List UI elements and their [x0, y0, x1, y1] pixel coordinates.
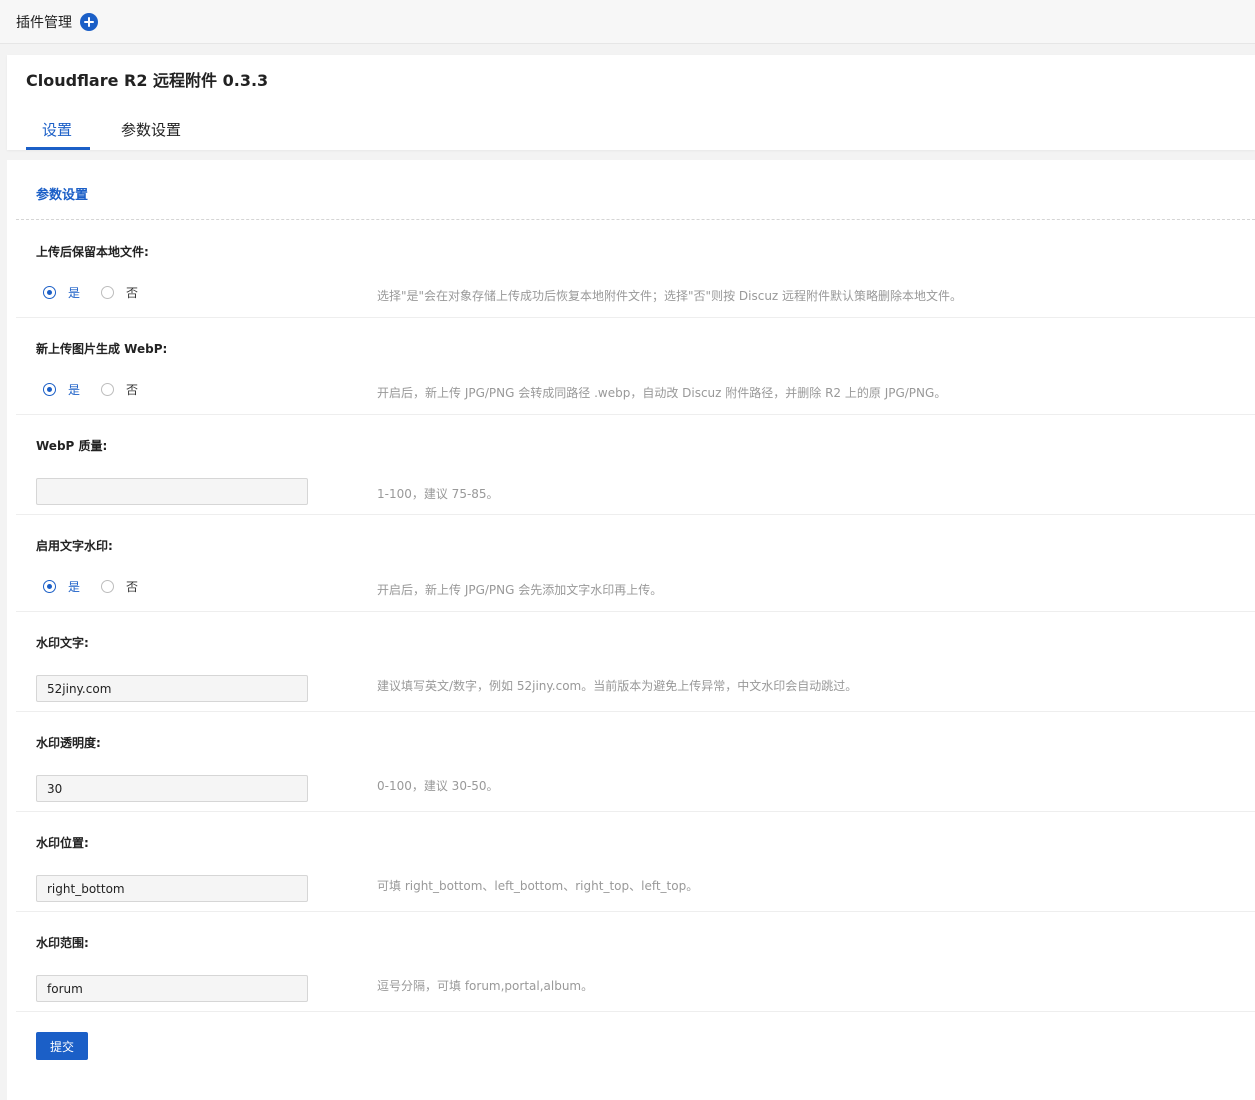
keep-local-yes-radio[interactable]: [43, 286, 56, 299]
radio-label-no[interactable]: 否: [126, 284, 138, 301]
field-label: 水印文字:: [36, 636, 89, 650]
top-bar: 插件管理: [0, 0, 1255, 44]
add-plugin-icon[interactable]: [80, 12, 98, 31]
watermark-position-input[interactable]: [36, 875, 308, 902]
field-help: 可填 right_bottom、left_bottom、right_top、le…: [377, 879, 699, 893]
field-row-watermark-opacity: 水印透明度: 0-100，建议 30-50。: [16, 711, 1255, 812]
field-help: 0-100，建议 30-50。: [377, 779, 499, 793]
tab-parameter-settings[interactable]: 参数设置: [121, 119, 181, 140]
section-title: 参数设置: [36, 188, 89, 203]
watermark-opacity-input[interactable]: [36, 775, 308, 802]
radio-label-yes[interactable]: 是: [68, 381, 80, 398]
radio-label-yes[interactable]: 是: [68, 284, 80, 301]
tab-settings[interactable]: 设置: [42, 119, 72, 140]
field-label: 新上传图片生成 WebP:: [36, 342, 168, 356]
field-help: 1-100，建议 75-85。: [377, 487, 499, 501]
field-label: WebP 质量:: [36, 439, 108, 453]
watermark-text-input[interactable]: [36, 675, 308, 702]
text-watermark-yes-radio[interactable]: [43, 580, 56, 593]
field-help: 开启后，新上传 JPG/PNG 会转成同路径 .webp，自动改 Discuz …: [377, 386, 947, 400]
field-row-webp: 新上传图片生成 WebP: 是 否 开启后，新上传 JPG/PNG 会转成同路径…: [16, 317, 1255, 415]
radio-label-yes[interactable]: 是: [68, 578, 80, 595]
radio-label-no[interactable]: 否: [126, 578, 138, 595]
webp-yes-radio[interactable]: [43, 383, 56, 396]
watermark-scope-input[interactable]: [36, 975, 308, 1002]
field-help: 逗号分隔，可填 forum,portal,album。: [377, 979, 594, 993]
keep-local-no-radio[interactable]: [101, 286, 115, 299]
field-row-text-watermark: 启用文字水印: 是 否 开启后，新上传 JPG/PNG 会先添加文字水印再上传。: [16, 514, 1255, 612]
keep-local-radio-group: 是 否: [43, 284, 138, 301]
field-row-watermark-position: 水印位置: 可填 right_bottom、left_bottom、right_…: [16, 811, 1255, 912]
field-label: 启用文字水印:: [36, 539, 113, 553]
field-row-watermark-scope: 水印范围: 逗号分隔，可填 forum,portal,album。: [16, 911, 1255, 1012]
plugin-title: Cloudflare R2 远程附件 0.3.3: [26, 71, 269, 90]
field-row-webp-quality: WebP 质量: 1-100，建议 75-85。: [16, 414, 1255, 515]
settings-form: 参数设置 上传后保留本地文件: 是 否 选择"是"会在对象存储上传成功后恢复本地…: [7, 160, 1255, 1100]
plugin-header: Cloudflare R2 远程附件 0.3.3 设置 参数设置: [7, 55, 1255, 150]
active-tab-indicator: [26, 147, 90, 150]
field-help: 建议填写英文/数字，例如 52jiny.com。当前版本为避免上传异常，中文水印…: [377, 679, 858, 693]
webp-radio-group: 是 否: [43, 381, 138, 398]
field-label: 水印透明度:: [36, 736, 101, 750]
text-watermark-no-radio[interactable]: [101, 580, 115, 593]
field-label: 水印位置:: [36, 836, 89, 850]
webp-quality-input[interactable]: [36, 478, 308, 505]
webp-no-radio[interactable]: [101, 383, 115, 396]
text-watermark-radio-group: 是 否: [43, 578, 138, 595]
radio-label-no[interactable]: 否: [126, 381, 138, 398]
field-row-keep-local: 上传后保留本地文件: 是 否 选择"是"会在对象存储上传成功后恢复本地附件文件；…: [16, 220, 1255, 318]
field-help: 选择"是"会在对象存储上传成功后恢复本地附件文件；选择"否"则按 Discuz …: [377, 289, 963, 303]
field-help: 开启后，新上传 JPG/PNG 会先添加文字水印再上传。: [377, 583, 663, 597]
field-label: 水印范围:: [36, 936, 89, 950]
submit-button[interactable]: 提交: [36, 1032, 88, 1060]
field-label: 上传后保留本地文件:: [36, 245, 149, 259]
page-title: 插件管理: [16, 14, 72, 31]
field-row-watermark-text: 水印文字: 建议填写英文/数字，例如 52jiny.com。当前版本为避免上传异…: [16, 611, 1255, 712]
